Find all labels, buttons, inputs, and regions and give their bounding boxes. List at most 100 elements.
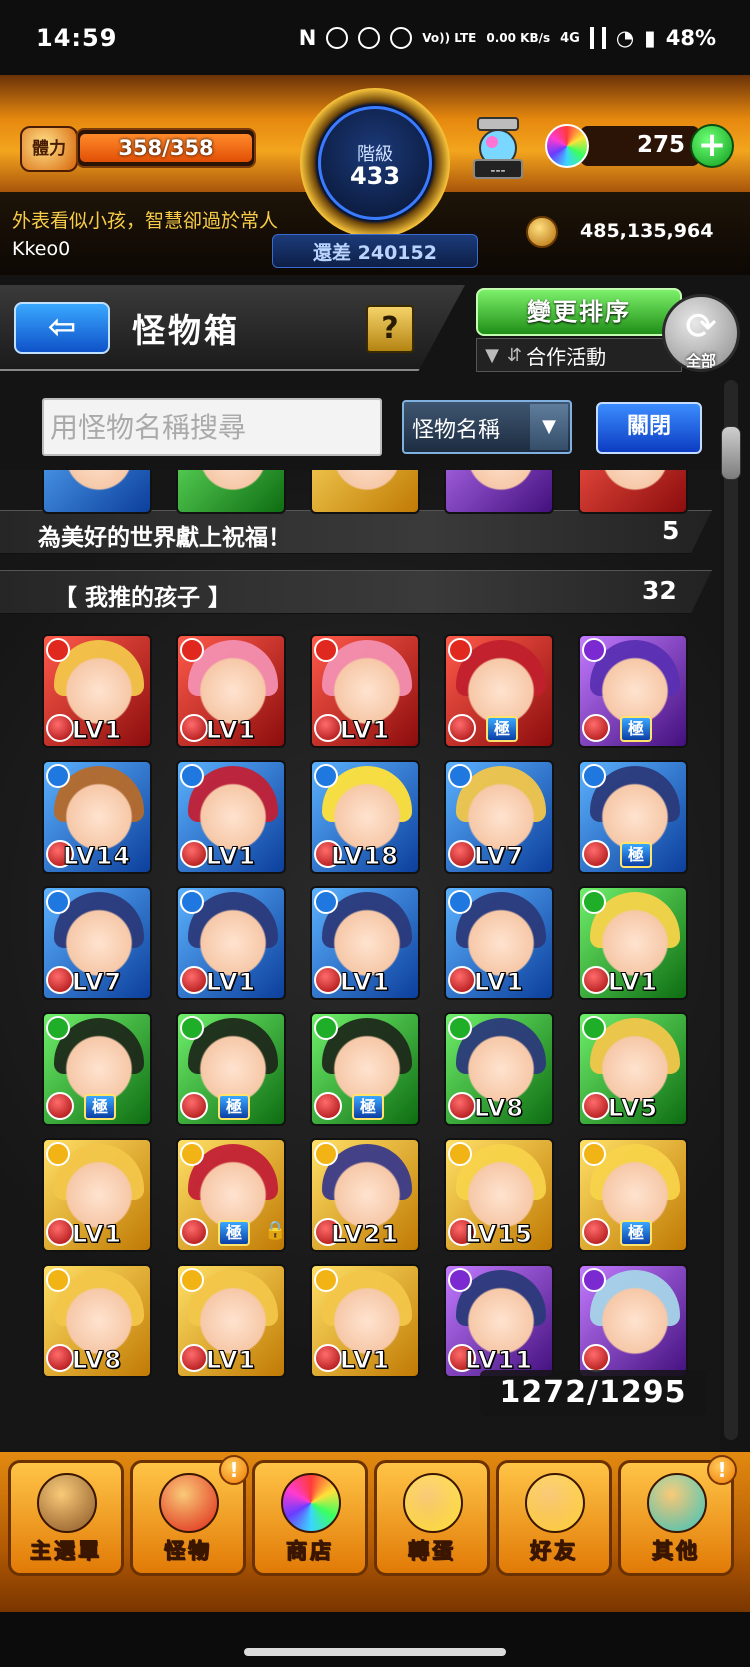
nav-label: 怪物 bbox=[164, 1539, 212, 1564]
monster-portrait bbox=[328, 774, 406, 852]
monster-card-partial[interactable] bbox=[42, 470, 152, 514]
monster-level: LV21 bbox=[331, 1220, 399, 1249]
battery-level: 48% bbox=[665, 26, 716, 50]
monster-card[interactable]: LV1 bbox=[444, 886, 554, 1000]
monster-card[interactable]: LV1 bbox=[176, 1264, 286, 1378]
scrollbar[interactable] bbox=[724, 380, 738, 1440]
monster-card[interactable] bbox=[578, 1264, 688, 1378]
monster-portrait bbox=[60, 648, 138, 726]
rank-exp-remaining: 還差 240152 bbox=[313, 242, 437, 264]
wood-attribute-icon bbox=[46, 1016, 70, 1040]
monster-portrait bbox=[596, 470, 674, 492]
status-indicators: N Vo)) LTE 0.00 KB/s 4G ◔ ▮ 48% bbox=[299, 26, 716, 50]
monster-card[interactable]: LV1 bbox=[176, 760, 286, 874]
sort-filter-bar[interactable]: ▼ ⇵ 合作活動 bbox=[476, 338, 682, 372]
nav-button[interactable]: 怪物! bbox=[130, 1455, 249, 1576]
box-capacity: 1272/1295 bbox=[480, 1370, 706, 1416]
orb-count: 275 bbox=[636, 132, 685, 158]
monster-portrait bbox=[596, 648, 674, 726]
monster-card[interactable]: LV1 bbox=[42, 634, 152, 748]
monster-portrait bbox=[462, 774, 540, 852]
close-search-button[interactable]: 關閉 bbox=[596, 402, 702, 454]
lamp-count: --- bbox=[490, 163, 506, 179]
light-attribute-icon bbox=[180, 1142, 204, 1166]
monster-card[interactable]: LV21 bbox=[310, 1138, 420, 1252]
page-title: 怪物箱 bbox=[132, 311, 240, 350]
monster-card[interactable]: LV1 bbox=[176, 634, 286, 748]
monster-card[interactable]: LV1 bbox=[310, 886, 420, 1000]
fruit-icon bbox=[180, 1218, 208, 1246]
monster-card[interactable]: LV18 bbox=[310, 760, 420, 874]
ultra-evolution-badge: 極 bbox=[352, 1094, 384, 1120]
monster-level: LV14 bbox=[63, 842, 131, 871]
monster-portrait bbox=[194, 900, 272, 978]
monster-card[interactable]: 極 bbox=[444, 634, 554, 748]
section-count: 32 bbox=[642, 576, 677, 605]
water-attribute-icon bbox=[46, 764, 70, 788]
monster-card[interactable]: LV5 bbox=[578, 1012, 688, 1126]
friends-icon bbox=[525, 1473, 585, 1533]
monster-card[interactable]: 極 bbox=[578, 634, 688, 748]
water-attribute-icon bbox=[314, 890, 338, 914]
monster-portrait bbox=[60, 470, 138, 492]
cell-type: 4G bbox=[560, 30, 580, 46]
monster-card[interactable]: LV1 bbox=[42, 1138, 152, 1252]
monster-list[interactable]: 為美好的世界獻上祝福！ 5 【 我推的孩子 】 32 LV1 LV1 LV1 極極 LV… bbox=[0, 470, 720, 1450]
monster-card[interactable]: 極 bbox=[578, 760, 688, 874]
monster-card-partial[interactable] bbox=[310, 470, 420, 514]
monster-level: LV8 bbox=[473, 1094, 525, 1123]
monster-card[interactable]: 極 bbox=[176, 1012, 286, 1126]
back-button[interactable]: ⇦ bbox=[14, 302, 110, 354]
castle-icon bbox=[37, 1473, 97, 1533]
player-motto: 外表看似小孩，智慧卻過於常人 bbox=[12, 210, 279, 232]
dark-attribute-icon bbox=[448, 1268, 472, 1292]
monster-card[interactable]: LV7 bbox=[444, 760, 554, 874]
monster-card[interactable]: LV8 bbox=[444, 1012, 554, 1126]
monster-portrait bbox=[60, 1278, 138, 1356]
wood-attribute-icon bbox=[582, 890, 606, 914]
monster-portrait bbox=[462, 648, 540, 726]
nav-button[interactable]: 主選單 bbox=[8, 1460, 124, 1576]
monster-card[interactable]: 極 bbox=[310, 1012, 420, 1126]
monster-card[interactable]: LV8 bbox=[42, 1264, 152, 1378]
monster-card[interactable]: LV14 bbox=[42, 760, 152, 874]
monster-portrait bbox=[462, 1278, 540, 1356]
ultra-evolution-badge: 極 bbox=[218, 1220, 250, 1246]
monster-portrait bbox=[194, 470, 272, 492]
monster-level: LV7 bbox=[71, 968, 123, 997]
nav-button[interactable]: 商店 bbox=[252, 1460, 368, 1576]
nav-button[interactable]: 好友 bbox=[496, 1460, 612, 1576]
net-speed: 0.00 KB/s bbox=[486, 31, 551, 45]
light-attribute-icon bbox=[314, 1142, 338, 1166]
mute-icon bbox=[390, 27, 413, 49]
change-sort-button[interactable]: 變更排序 bbox=[476, 288, 682, 336]
monster-level: LV1 bbox=[71, 716, 123, 745]
nav-label: 主選單 bbox=[30, 1539, 102, 1564]
add-orb-button[interactable]: + bbox=[690, 124, 734, 168]
monster-card-partial[interactable] bbox=[578, 470, 688, 514]
scroll-thumb[interactable] bbox=[721, 426, 741, 480]
monster-card[interactable]: LV1 bbox=[578, 886, 688, 1000]
monster-search-input[interactable] bbox=[42, 398, 382, 456]
fruit-icon bbox=[180, 1092, 208, 1120]
monster-card-partial[interactable] bbox=[176, 470, 286, 514]
help-button[interactable]: ? bbox=[366, 305, 414, 353]
chevron-down-icon[interactable]: ▼ bbox=[530, 404, 568, 450]
monster-card-partial[interactable] bbox=[444, 470, 554, 514]
home-gesture-bar[interactable] bbox=[244, 1648, 506, 1656]
monster-level: LV1 bbox=[205, 968, 257, 997]
monster-card[interactable]: LV1 bbox=[176, 886, 286, 1000]
nav-button[interactable]: 轉蛋 bbox=[374, 1460, 490, 1576]
monster-level: LV1 bbox=[607, 968, 659, 997]
volte-label: Vo)) LTE bbox=[422, 31, 477, 45]
monster-portrait bbox=[462, 900, 540, 978]
monster-card[interactable]: LV1 bbox=[310, 634, 420, 748]
monster-card[interactable]: LV11 bbox=[444, 1264, 554, 1378]
monster-card[interactable]: 極 bbox=[578, 1138, 688, 1252]
monster-card[interactable]: 極 bbox=[42, 1012, 152, 1126]
monster-card[interactable]: LV1 bbox=[310, 1264, 420, 1378]
monster-card[interactable]: LV7 bbox=[42, 886, 152, 1000]
nav-button[interactable]: 其他! bbox=[618, 1455, 737, 1576]
stamina-icon: 體力 bbox=[20, 126, 78, 172]
monster-card[interactable]: LV15 bbox=[444, 1138, 554, 1252]
